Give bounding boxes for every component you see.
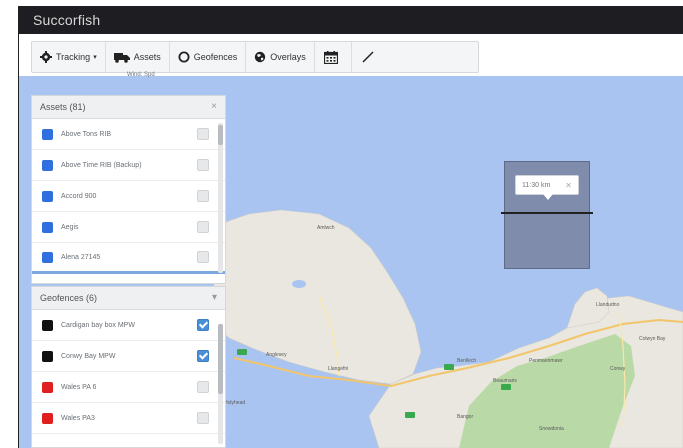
geofence-row[interactable]: Wales PA 6 [32,372,225,403]
toolbar-subtext: Wind: Spd [127,72,155,78]
map-label: Colwyn Bay [639,336,666,342]
map-label: Holyhead [224,400,246,406]
assets-panel: Assets (81) × Above Tons RIB Above Time … [31,95,226,284]
circle-icon [178,51,190,63]
draw-line-button[interactable] [352,42,388,72]
asset-row[interactable]: Aegis [32,212,225,243]
geofence-name: Wales PA 6 [61,383,97,391]
calendar-button[interactable] [315,42,352,72]
road-shield-icon [237,349,247,355]
scroll-thumb[interactable] [218,324,223,394]
map-label: Amlwch [317,225,335,231]
geofence-checkbox[interactable] [197,350,209,362]
overlays-label: Overlays [270,52,306,62]
map-label: Snowdonia [539,426,564,432]
gear-icon [40,51,52,63]
map-label: Benllech [457,358,477,364]
assets-panel-title: Assets (81) [40,102,86,112]
lake [292,280,306,288]
asset-checkbox[interactable] [197,159,209,171]
asset-checkbox[interactable] [197,251,209,263]
color-swatch [42,412,53,424]
color-swatch [42,128,53,140]
track-line [501,212,593,214]
tooltip-time: 11:30 km [522,182,551,189]
geofences-scrollbar[interactable] [218,324,223,444]
color-swatch [42,159,53,171]
asset-name: Above Tons RIB [61,130,112,138]
truck-icon [113,52,130,63]
calendar-icon [323,50,338,64]
geofences-list: Cardigan bay box MPW Conwy Bay MPW Wales… [32,310,225,444]
color-swatch [42,319,53,331]
road-shield-icon [405,412,415,418]
assets-label: Assets [133,52,161,62]
asset-row[interactable]: Above Time RIB (Backup) [32,150,225,181]
globe-icon [255,51,266,63]
asset-name: Aegis [61,223,79,231]
road-shield-icon [501,384,511,390]
road-shield-icon [444,364,454,370]
close-icon[interactable]: × [211,96,217,118]
overlays-button[interactable]: Overlays [246,42,315,72]
asset-row[interactable]: Accord 900 [32,181,225,212]
geofence-row[interactable]: Wales PA3 [32,403,225,434]
assets-list: Above Tons RIB Above Time RIB (Backup) A… [32,119,225,274]
geofences-panel-header[interactable]: Geofences (6) ▾ [32,287,225,310]
asset-name: Above Time RIB (Backup) [61,161,142,169]
line-tool-icon [362,51,374,63]
geofences-label: Geofences [193,52,238,62]
geofence-name: Cardigan bay box MPW [61,321,135,329]
color-swatch [42,251,53,263]
geofence-row[interactable]: Conwy Bay MPW [32,341,225,372]
asset-checkbox[interactable] [197,221,209,233]
color-swatch [42,221,53,233]
geofences-panel-title: Geofences (6) [40,293,98,303]
geofences-panel: Geofences (6) ▾ Cardigan bay box MPW Con… [31,286,226,448]
assets-panel-header[interactable]: Assets (81) × [32,96,225,119]
scroll-thumb[interactable] [218,125,223,145]
map-label: Llandudno [596,302,620,308]
geofence-row[interactable]: Cardigan bay box MPW [32,310,225,341]
caret-down-icon: ▾ [93,54,97,61]
geofences-button[interactable]: Geofences [170,42,247,72]
asset-row[interactable]: Above Tons RIB [32,119,225,150]
chevron-down-icon[interactable]: ▾ [212,287,217,309]
map-label: Bangor [457,414,474,420]
map-label: Llangefni [328,366,349,372]
map-label: Conwy [610,366,626,372]
geofence-name: Wales PA3 [61,414,95,422]
geofence-name: Conwy Bay MPW [61,352,116,360]
color-swatch [42,350,53,362]
geofence-checkbox[interactable] [197,412,209,424]
main-toolbar: Tracking ▾ Assets Geofences Overlays [31,41,479,73]
app-title: Succorfish [19,6,683,34]
assets-button[interactable]: Assets [106,42,170,72]
tracking-dropdown-button[interactable]: Tracking ▾ [32,42,106,72]
map-label: Anglesey [266,352,287,358]
color-swatch [42,381,53,393]
asset-name: Accord 900 [61,192,97,200]
assets-scrollbar[interactable] [218,123,223,273]
asset-name: Alena 27145 [61,253,101,261]
asset-checkbox[interactable] [197,128,209,140]
tracking-label: Tracking [56,52,91,62]
asset-row[interactable]: Alena 27145 [32,243,225,274]
asset-checkbox[interactable] [197,190,209,202]
color-swatch [42,190,53,202]
geofence-checkbox[interactable] [197,381,209,393]
map-tooltip: 11:30 km ✕ [515,175,579,200]
map-label: Penmaenmawr [529,358,563,364]
geofence-checkbox[interactable] [197,319,209,331]
close-icon[interactable]: ✕ [565,176,572,196]
app-window: Succorfish Amlwch Anglesey Llangefni Ben… [18,6,683,448]
